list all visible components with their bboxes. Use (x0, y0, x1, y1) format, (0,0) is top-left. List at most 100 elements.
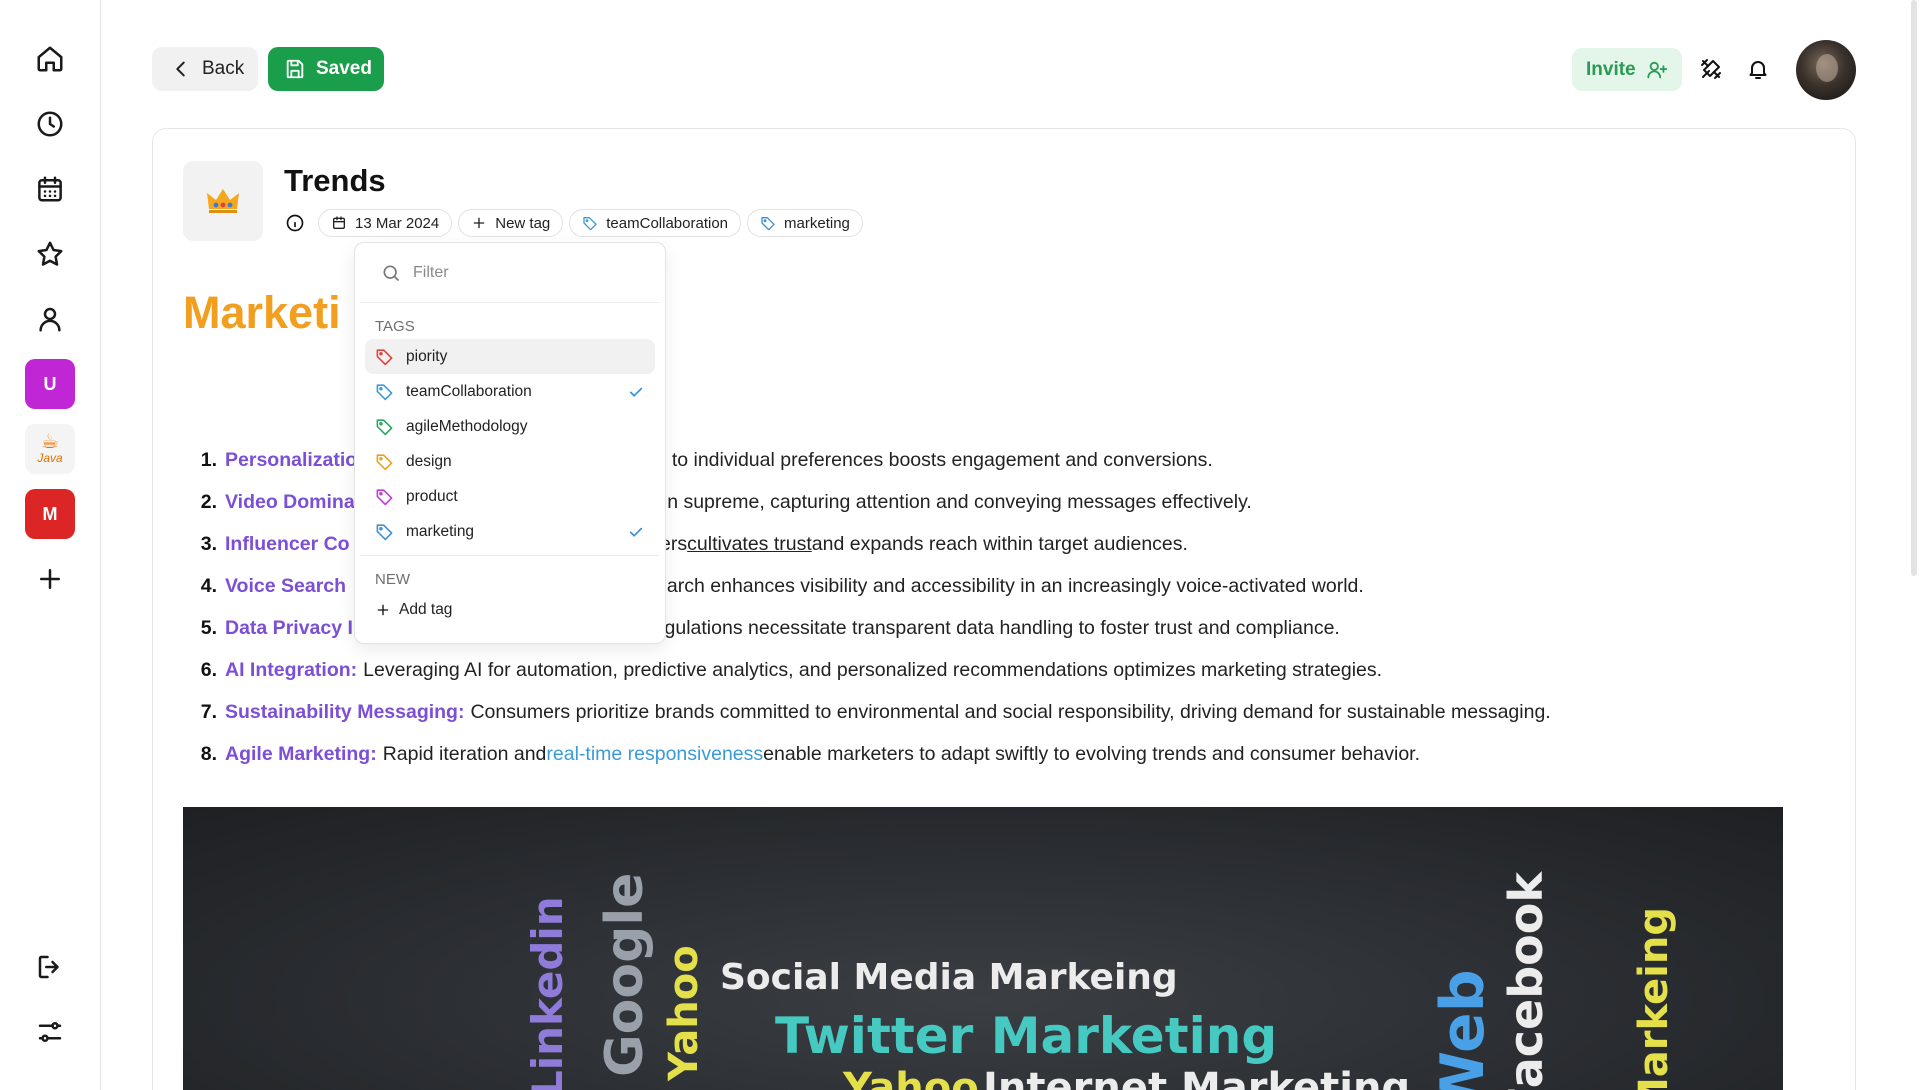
tag-option[interactable]: piority (365, 339, 655, 374)
tag-option-label: product (406, 487, 458, 505)
hero-word-twitter: Twitter Marketing (775, 1007, 1278, 1065)
search-icon (383, 265, 400, 281)
list-item[interactable]: 8. Agile Marketing: Rapid iteration and re… (193, 733, 1551, 775)
back-label: Back (202, 58, 245, 79)
list-text: d regulations necessitate transparent da… (630, 616, 1340, 639)
list-text: enable marketers to adapt swiftly to evo… (763, 742, 1421, 765)
list-text: e search enhances visibility and accessi… (630, 574, 1364, 597)
calendar-icon[interactable] (25, 164, 75, 214)
hero-word-facebook: Facebook (1499, 872, 1553, 1090)
tag-icon (376, 349, 393, 366)
clock-icon[interactable] (25, 99, 75, 149)
hero-word-yahoo: Yahoo (843, 1065, 979, 1090)
cultivates-trust-link[interactable]: cultivates trust (687, 533, 812, 556)
list-number: 5. (200, 616, 217, 639)
list-keyword: Influencer Co (225, 532, 350, 555)
filter-input[interactable] (413, 263, 633, 282)
home-icon[interactable] (25, 34, 75, 84)
list-number: 6. (200, 658, 217, 681)
tag-icon (376, 489, 393, 506)
list-number: 8. (200, 742, 217, 765)
list-keyword: Agile Marketing: (225, 742, 377, 765)
calendar-small-icon (333, 216, 345, 229)
date-chip[interactable]: 13 Mar 2024 (318, 209, 453, 237)
user-plus-icon (1647, 61, 1667, 78)
hero-word-markeing: Markeing (1631, 907, 1677, 1090)
list-text: Leveraging AI for automation, predictive… (363, 658, 1383, 681)
real-time-responsiveness-link[interactable]: real-time responsiveness (546, 743, 763, 766)
invite-button[interactable]: Invite (1572, 48, 1682, 91)
list-item[interactable]: 6. AI Integration: Leveraging AI for autom… (193, 649, 1551, 691)
workspace-u[interactable]: U (25, 359, 75, 409)
user-icon[interactable] (25, 294, 75, 344)
workspace-m-letter: M (42, 503, 58, 524)
new-tag-label: New tag (495, 214, 551, 232)
list-number: 4. (200, 574, 217, 597)
logout-icon[interactable] (25, 942, 75, 992)
scrollbar-thumb[interactable] (1911, 0, 1917, 576)
tag-icon (376, 384, 393, 401)
list-number: 3. (200, 532, 217, 555)
tag-option[interactable]: agileMethodology (365, 409, 655, 444)
meta-row: 13 Mar 2024 New tag teamCollaboration ma… (284, 209, 863, 237)
tag-chip-label: marketing (784, 214, 850, 232)
bell-icon[interactable] (1740, 51, 1776, 87)
tag-option-label: marketing (406, 522, 475, 540)
check-icon (629, 527, 643, 537)
workspace-m[interactable]: M (25, 489, 75, 539)
hero-word-google: Google (595, 872, 655, 1077)
saved-button[interactable]: Saved (268, 47, 384, 91)
list-keyword: Voice Search (225, 574, 347, 597)
plus-icon (377, 604, 389, 615)
hero-image: Linkedin Google Yahoo Social Media Marke… (183, 807, 1783, 1090)
hero-word-yahoo-vertical: Yahoo (661, 945, 707, 1081)
settings-sliders-icon[interactable] (25, 1007, 75, 1057)
list-number: 2. (200, 490, 217, 513)
avatar[interactable] (1796, 40, 1856, 100)
workspace-java[interactable]: ☕ Java (25, 424, 75, 474)
tag-chip-marketing[interactable]: marketing (747, 209, 863, 237)
workspace-u-letter: U (43, 373, 57, 394)
sidebar: U ☕ Java M (0, 0, 101, 1090)
list-keyword: Personalizatio (225, 448, 358, 471)
page-title[interactable]: Trends (284, 163, 386, 199)
new-tag-chip[interactable]: New tag (458, 209, 564, 237)
list-keyword: Data Privacy I (225, 616, 353, 639)
java-cup-icon: ☕ (41, 431, 59, 453)
list-number: 1. (200, 448, 217, 471)
list-text: Consumers prioritize brands committed to… (470, 700, 1551, 723)
section-heading[interactable]: Marketi (183, 287, 341, 339)
tag-option-label: teamCollaboration (406, 382, 532, 400)
tag-option[interactable]: marketing (365, 514, 655, 549)
tag-icon (376, 454, 393, 471)
check-icon (629, 387, 643, 397)
info-icon[interactable] (284, 212, 306, 234)
tools-icon[interactable] (1693, 51, 1729, 87)
hero-word-social-media: Social Media Markeing (720, 957, 1178, 998)
tag-option[interactable]: teamCollaboration (365, 374, 655, 409)
list-keyword: Sustainability Messaging: (225, 700, 465, 723)
crown-icon[interactable] (183, 161, 263, 241)
list-item[interactable]: 7. Sustainability Messaging: Consumers pri… (193, 691, 1551, 733)
add-workspace-icon[interactable] (25, 554, 75, 604)
save-icon (286, 59, 304, 79)
scrollbar[interactable] (1908, 0, 1920, 1090)
tag-icon (376, 419, 393, 436)
add-tag-button[interactable]: Add tag (365, 592, 655, 627)
star-icon[interactable] (25, 229, 75, 279)
tag-option[interactable]: product (365, 479, 655, 514)
tag-icon (761, 217, 775, 231)
back-button[interactable]: Back (152, 47, 258, 91)
hero-word-linkedin: Linkedin (523, 896, 572, 1090)
tags-section-label: TAGS (375, 318, 415, 335)
tag-option-label: piority (406, 347, 448, 365)
tag-chip-teamcollaboration[interactable]: teamCollaboration (569, 209, 742, 237)
list-keyword: AI Integration: (225, 658, 358, 681)
list-text: reign supreme, capturing attention and c… (634, 490, 1252, 513)
date-label: 13 Mar 2024 (355, 214, 440, 232)
list-number: 7. (200, 700, 217, 723)
hero-word-web: Web (1428, 969, 1498, 1090)
tag-option[interactable]: design (365, 444, 655, 479)
list-text: Rapid iteration and (382, 742, 547, 765)
invite-label: Invite (1586, 58, 1636, 80)
